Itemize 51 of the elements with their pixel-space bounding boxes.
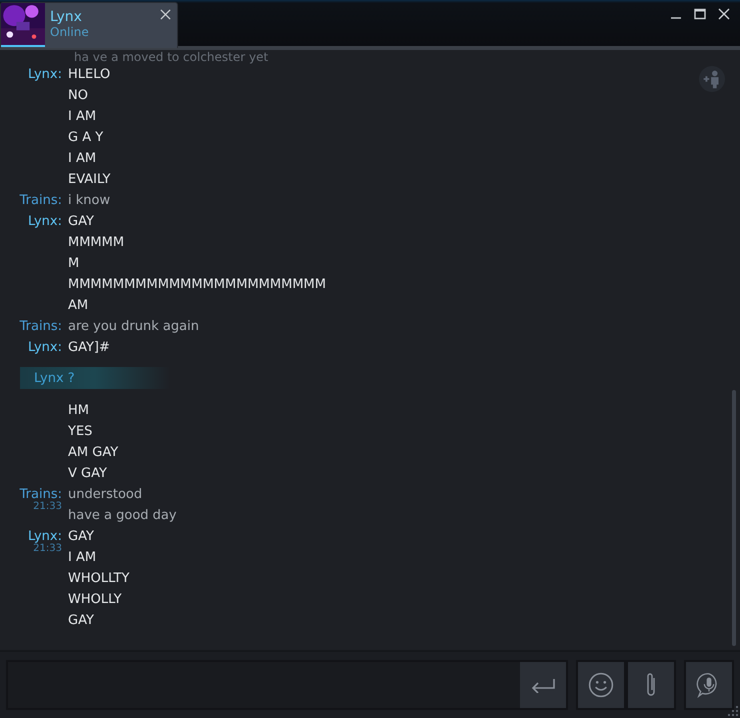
contact-name: Lynx — [50, 9, 83, 25]
message-text: I AM — [68, 150, 98, 168]
message-text: I AM — [68, 108, 98, 126]
message-text: i know — [68, 192, 110, 210]
voice-button[interactable] — [686, 662, 732, 708]
sender-name: Lynx: — [28, 66, 62, 84]
sender-name: Lynx: — [28, 213, 62, 231]
message-text: M — [68, 255, 80, 273]
message-text: HLELO — [68, 66, 110, 84]
sender-name: Lynx: — [28, 528, 62, 544]
attach-button[interactable] — [628, 662, 674, 708]
maximize-icon[interactable] — [694, 8, 706, 20]
message-input[interactable] — [6, 660, 568, 710]
message-text: GAY — [68, 213, 95, 231]
timestamp: 21:33 — [33, 544, 62, 554]
send-button[interactable] — [520, 662, 566, 708]
scrollbar[interactable] — [732, 390, 736, 646]
message-text: MMMMM — [68, 234, 126, 252]
message-text: AM GAY — [68, 444, 118, 462]
resize-grip-icon[interactable] — [728, 706, 738, 716]
message-text: GAY — [68, 528, 95, 546]
add-person-icon[interactable] — [699, 66, 725, 92]
close-icon[interactable] — [160, 9, 171, 20]
sender-name: Trains: — [20, 318, 62, 336]
smiley-icon — [588, 672, 614, 698]
timestamp: 21:33 — [33, 502, 62, 512]
message-text: V GAY — [68, 465, 108, 483]
message-text: WHOLLTY — [68, 570, 130, 588]
sender-name: Trains: — [20, 486, 62, 502]
message-text: NO — [68, 87, 89, 105]
message-text: GAY — [68, 612, 95, 630]
sender-name: Trains: — [20, 192, 62, 210]
message-text: are you drunk again — [68, 318, 199, 336]
contact-status: Online — [50, 25, 90, 40]
chat-tab[interactable]: Lynx Online — [0, 2, 178, 48]
sender-name: Lynx: — [28, 339, 62, 357]
message-text: EVAILY — [68, 171, 110, 189]
message-text: I AM — [68, 549, 98, 567]
enter-icon — [530, 677, 556, 693]
message-text: HM — [68, 402, 90, 420]
message-text: MMMMMMMMMMMMMMMMMMMMMMM — [68, 276, 326, 294]
message-text: WHOLLY — [68, 591, 123, 609]
message-text: G A Y — [68, 129, 104, 147]
message-text: GAY]# — [68, 339, 110, 357]
message-text: AM — [68, 297, 90, 315]
message-text: YES — [68, 423, 94, 441]
message-text: ha ve a moved to colchester yet — [73, 50, 268, 64]
close-icon[interactable] — [718, 8, 730, 20]
message-text: understood — [68, 486, 144, 504]
emoji-button[interactable] — [578, 662, 624, 708]
message-text: have a good day — [68, 507, 177, 525]
